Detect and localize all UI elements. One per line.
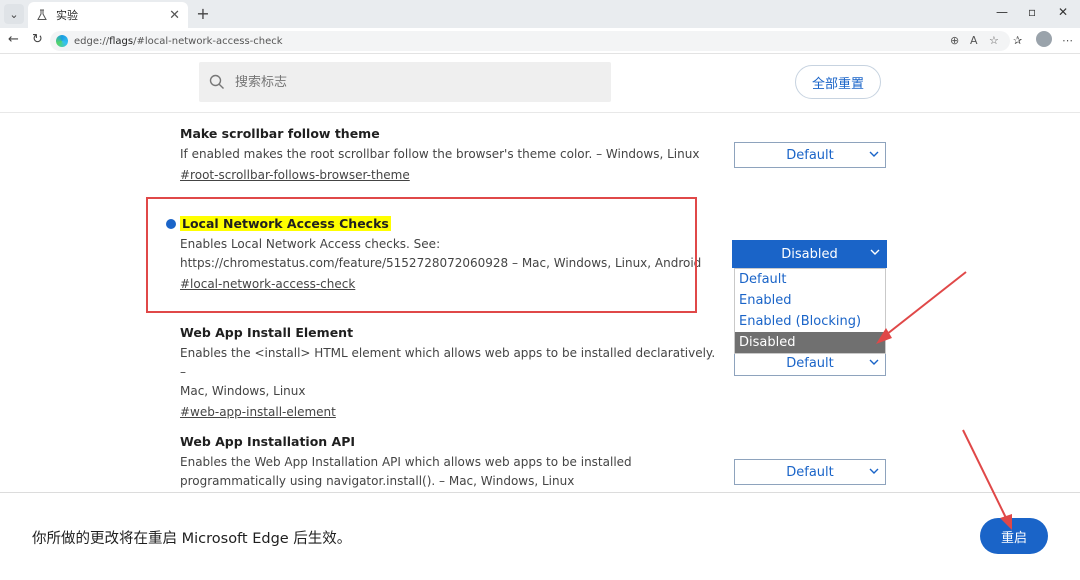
option-enabled[interactable]: Enabled [735, 290, 885, 311]
read-aloud-icon[interactable]: A [970, 34, 978, 47]
flag-select-open[interactable]: Disabled [732, 240, 887, 268]
option-disabled[interactable]: Disabled [735, 332, 885, 353]
flags-header: 全部重置 [0, 55, 1080, 113]
chevron-down-icon [869, 468, 879, 474]
maximize-icon[interactable]: ▫ [1028, 5, 1036, 19]
select-dropdown: Default Enabled Enabled (Blocking) Disab… [734, 268, 886, 354]
address-bar[interactable]: edge://flags/#local-network-access-check [50, 31, 1010, 51]
restart-footer: 你所做的更改将在重启 Microsoft Edge 后生效。 重启 [0, 492, 1080, 580]
chevron-down-icon [870, 249, 880, 255]
flag-item: Web App Install Element Enables the <ins… [180, 325, 720, 420]
search-box[interactable] [199, 62, 611, 102]
chevron-down-icon [869, 359, 879, 365]
flask-icon [36, 9, 50, 21]
close-tab-icon[interactable]: ✕ [169, 8, 180, 23]
flag-title: Make scrollbar follow theme [180, 126, 380, 141]
tab-title: 实验 [56, 9, 78, 22]
profile-icon[interactable] [1036, 31, 1052, 47]
chevron-down-icon [869, 151, 879, 157]
select-value: Default [786, 147, 834, 163]
minimize-icon[interactable]: — [996, 5, 1008, 19]
edge-logo-icon [56, 35, 68, 47]
flag-title: Web App Installation API [180, 434, 356, 449]
search-input[interactable] [235, 74, 575, 90]
menu-icon[interactable]: ⋯ [1062, 34, 1073, 47]
zoom-icon[interactable]: ⊕ [950, 34, 959, 47]
flag-link[interactable]: #web-app-install-element [180, 405, 336, 419]
tab-list-icon[interactable]: ⌄ [4, 4, 24, 24]
new-tab-button[interactable]: + [194, 4, 212, 23]
flag-select[interactable]: Default [734, 459, 886, 485]
option-default[interactable]: Default [735, 269, 885, 290]
flags-page: 全部重置 Make scrollbar follow theme If enab… [0, 55, 1080, 580]
reset-all-button[interactable]: 全部重置 [795, 65, 881, 99]
flag-item: Web App Installation API Enables the Web… [180, 434, 720, 491]
annotation-box [146, 197, 697, 313]
restart-button[interactable]: 重启 [980, 518, 1048, 554]
back-icon[interactable]: ← [8, 32, 19, 47]
flag-title: Web App Install Element [180, 325, 354, 340]
flag-description: If enabled makes the root scrollbar foll… [180, 147, 700, 161]
flag-description: Enables the <install> HTML element which… [180, 346, 716, 398]
nav-bar: ← ↻ edge://flags/#local-network-access-c… [0, 28, 1080, 54]
select-value: Default [786, 464, 834, 480]
tab-experiments[interactable]: 实验 ✕ [28, 2, 188, 28]
select-value: Disabled [781, 246, 838, 262]
favorite-icon[interactable]: ☆ [989, 34, 999, 47]
title-bar: ⌄ 实验 ✕ + — ▫ ✕ [0, 0, 1080, 28]
search-icon [209, 74, 224, 89]
favorites-icon[interactable]: ✰ [1013, 34, 1022, 47]
select-value: Default [786, 355, 834, 371]
refresh-icon[interactable]: ↻ [32, 32, 43, 47]
flag-description: Enables the Web App Installation API whi… [180, 455, 632, 488]
flag-select[interactable]: Default [734, 142, 886, 168]
close-window-icon[interactable]: ✕ [1058, 5, 1068, 19]
flag-link[interactable]: #root-scrollbar-follows-browser-theme [180, 168, 410, 182]
restart-message: 你所做的更改将在重启 Microsoft Edge 后生效。 [32, 531, 352, 547]
option-enabled-blocking[interactable]: Enabled (Blocking) [735, 311, 885, 332]
url-text: edge://flags/#local-network-access-check [74, 35, 283, 47]
flag-item: Make scrollbar follow theme If enabled m… [180, 126, 720, 183]
